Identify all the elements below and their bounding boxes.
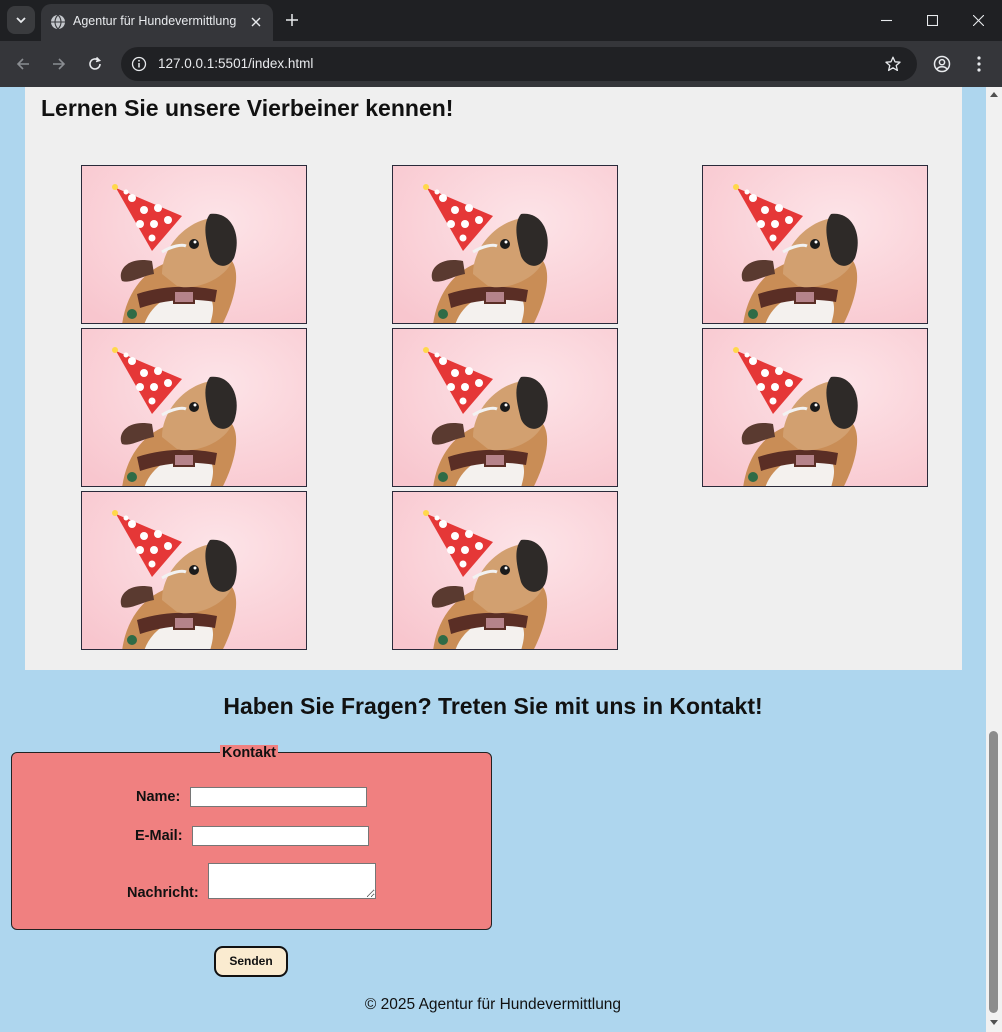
account-icon — [933, 55, 951, 73]
browser-tab-bar: Agentur für Hundevermittlung — [0, 0, 1002, 41]
info-icon — [131, 56, 147, 72]
send-button[interactable]: Senden — [214, 946, 288, 977]
minimize-icon — [880, 19, 892, 21]
dog-photo — [392, 328, 618, 487]
message-label: Nachricht: — [127, 885, 199, 901]
new-tab-button[interactable] — [282, 10, 302, 30]
close-window-button[interactable] — [963, 8, 993, 32]
email-label: E-Mail: — [135, 828, 183, 844]
tab-title: Agentur für Hundevermittlung — [73, 14, 237, 28]
arrow-right-icon — [53, 58, 66, 70]
dog-photo — [81, 328, 307, 487]
dog-gallery-section: Lernen Sie unsere Vierbeiner kennen! — [25, 87, 962, 670]
dog-photo — [81, 165, 307, 324]
tab-close-button[interactable] — [247, 13, 265, 31]
star-icon — [885, 56, 901, 72]
globe-icon — [51, 14, 65, 30]
profile-button[interactable] — [931, 53, 953, 75]
dog-photo — [392, 165, 618, 324]
chevron-down-icon — [16, 17, 26, 24]
gallery-title: Lernen Sie unsere Vierbeiner kennen! — [41, 95, 454, 121]
fieldset-legend: Kontakt — [220, 745, 278, 761]
arrow-left-icon — [16, 58, 29, 70]
maximize-icon — [926, 14, 938, 26]
close-icon — [972, 14, 984, 26]
maximize-button[interactable] — [917, 8, 947, 32]
close-icon — [251, 17, 261, 27]
kebab-menu-icon — [977, 56, 981, 72]
minimize-button[interactable] — [871, 8, 901, 32]
dog-photo — [392, 491, 618, 650]
page-viewport: Lernen Sie unsere Vierbeiner kennen! Hab… — [0, 87, 986, 1032]
name-label: Name: — [136, 789, 181, 805]
contact-fieldset: Kontakt Name: E-Mail: Nachricht: — [11, 745, 492, 930]
address-bar[interactable]: 127.0.0.1:5501/index.html — [121, 47, 917, 81]
browser-toolbar: 127.0.0.1:5501/index.html — [0, 41, 1002, 87]
scrollbar-thumb[interactable] — [989, 731, 998, 1013]
site-info-button[interactable] — [129, 54, 149, 74]
scroll-up-arrow-icon[interactable] — [989, 89, 999, 99]
name-input[interactable] — [190, 787, 367, 807]
tab-search-button[interactable] — [7, 6, 35, 34]
url-text: 127.0.0.1:5501/index.html — [158, 56, 314, 71]
back-button[interactable] — [12, 53, 34, 75]
reload-icon — [89, 56, 102, 70]
reload-button[interactable] — [84, 53, 106, 75]
page-scrollbar[interactable] — [986, 87, 1002, 1032]
contact-title: Haben Sie Fragen? Treten Sie mit uns in … — [223, 693, 763, 719]
dog-photo — [81, 491, 307, 650]
message-textarea[interactable] — [208, 863, 376, 899]
scroll-down-arrow-icon[interactable] — [989, 1018, 999, 1028]
dog-photo — [702, 165, 928, 324]
email-input[interactable] — [192, 826, 369, 846]
bookmark-button[interactable] — [883, 54, 903, 74]
dog-photo — [702, 328, 928, 487]
footer-copyright: © 2025 Agentur für Hundevermittlung — [364, 996, 622, 1013]
forward-button[interactable] — [48, 53, 70, 75]
plus-icon — [286, 14, 298, 26]
browser-menu-button[interactable] — [968, 53, 990, 75]
browser-tab[interactable]: Agentur für Hundevermittlung — [41, 4, 273, 41]
